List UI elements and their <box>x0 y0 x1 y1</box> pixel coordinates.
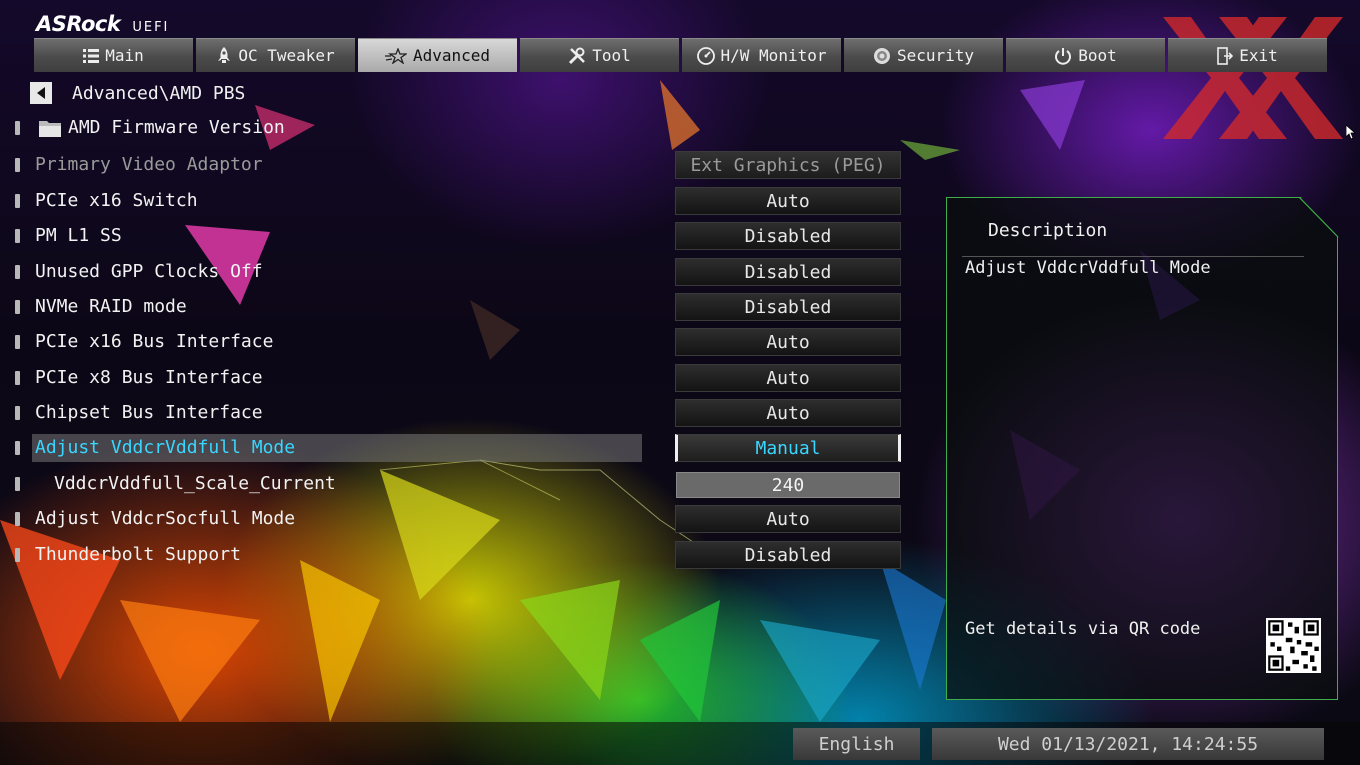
row-marker <box>15 512 20 526</box>
rocket-icon <box>218 46 231 63</box>
back-button[interactable] <box>30 82 52 104</box>
setting-label: AMD Firmware Version <box>68 117 285 138</box>
row-marker <box>15 371 20 385</box>
setting-row-adjust-vddcrsocfull-mode[interactable]: Adjust VddcrSocfull Mode <box>0 505 650 533</box>
setting-row-amd-firmware-version[interactable]: AMD Firmware Version <box>0 114 650 142</box>
tab-label: Tool <box>592 46 631 65</box>
row-marker <box>15 406 20 420</box>
setting-row-nvme-raid-mode[interactable]: NVMe RAID mode <box>0 293 650 321</box>
qr-code-icon[interactable] <box>1266 618 1321 673</box>
tab-oc-tweaker[interactable]: OC Tweaker <box>196 38 355 72</box>
monitor-icon <box>696 46 715 65</box>
setting-row-pcie-x16-bus-interface[interactable]: PCIe x16 Bus Interface <box>0 328 650 356</box>
row-marker <box>15 477 20 491</box>
row-marker <box>15 265 20 279</box>
setting-label: PM L1 SS <box>35 225 122 246</box>
setting-label: VddcrVddfull_Scale_Current <box>54 473 336 494</box>
setting-label: PCIe x8 Bus Interface <box>35 367 263 388</box>
exit-icon <box>1217 46 1234 65</box>
setting-row-pcie-x16-switch[interactable]: PCIe x16 Switch <box>0 187 650 215</box>
qr-caption: Get details via QR code <box>965 619 1201 639</box>
setting-row-thunderbolt-support[interactable]: Thunderbolt Support <box>0 541 650 569</box>
shield-icon <box>873 47 890 64</box>
tab-security[interactable]: Security <box>844 38 1003 72</box>
mouse-cursor-icon <box>1346 125 1356 140</box>
nvme-raid-mode-value[interactable]: Disabled <box>675 293 901 321</box>
tab-label: Boot <box>1078 46 1117 65</box>
breadcrumb: Advanced\AMD PBS <box>30 82 245 104</box>
thunderbolt-support-value[interactable]: Disabled <box>675 541 901 569</box>
pcie-x8-bus-interface-value[interactable]: Auto <box>675 364 901 392</box>
power-icon <box>1055 47 1072 65</box>
pcie-x16-bus-interface-value[interactable]: Auto <box>675 328 901 356</box>
setting-label: PCIe x16 Bus Interface <box>35 331 274 352</box>
tools-icon <box>569 47 586 64</box>
brand-sub: UEFI <box>132 20 170 35</box>
tab-label: Advanced <box>412 46 491 65</box>
folder-icon <box>39 121 61 137</box>
setting-row-unused-gpp-clocks-off[interactable]: Unused GPP Clocks Off <box>0 258 650 286</box>
description-title: Description <box>988 220 1108 241</box>
setting-label: Primary Video Adaptor <box>35 154 263 175</box>
setting-row-primary-video-adaptor[interactable]: Primary Video Adaptor <box>0 151 650 179</box>
description-text: Adjust VddcrVddfull Mode <box>965 258 1211 278</box>
star-icon <box>384 47 407 64</box>
description-divider <box>962 256 1304 257</box>
chipset-bus-interface-value[interactable]: Auto <box>675 399 901 427</box>
setting-row-adjust-vddcrvddfull-mode[interactable]: Adjust VddcrVddfull Mode <box>0 434 650 462</box>
main-tabs: Main OC Tweaker Advanced Tool H/W Monito… <box>34 38 1330 72</box>
brand-name: ASRock <box>36 12 121 36</box>
tab-advanced[interactable]: Advanced <box>358 38 517 72</box>
panel-corner-accent <box>1299 197 1339 238</box>
row-marker <box>15 335 20 349</box>
tab-tool[interactable]: Tool <box>520 38 679 72</box>
row-marker <box>15 548 20 562</box>
setting-row-pm-l1-ss[interactable]: PM L1 SS <box>0 222 650 250</box>
setting-label: NVMe RAID mode <box>35 296 187 317</box>
row-marker <box>15 300 20 314</box>
row-marker <box>15 229 20 243</box>
pm-l1-ss-value[interactable]: Disabled <box>675 222 901 250</box>
tab-label: Main <box>105 46 144 65</box>
primary-video-adaptor-value[interactable]: Ext Graphics (PEG) <box>675 151 901 179</box>
asrock-uefi-logo: ASRock UEFI <box>36 12 169 36</box>
tab-exit[interactable]: Exit <box>1168 38 1327 72</box>
setting-label: Chipset Bus Interface <box>35 402 263 423</box>
list-icon <box>83 48 100 63</box>
setting-label: Adjust VddcrSocfull Mode <box>35 508 296 529</box>
breadcrumb-path: Advanced\AMD PBS <box>72 82 246 104</box>
tab-label: H/W Monitor <box>720 46 827 65</box>
language-button[interactable]: English <box>793 728 920 760</box>
vddcrvddfull-scale-current-input[interactable]: 240 <box>676 472 900 498</box>
setting-label: Thunderbolt Support <box>35 544 241 565</box>
watermark-xx-logo <box>1163 17 1343 139</box>
datetime-display: Wed 01/13/2021, 14:24:55 <box>932 728 1324 760</box>
setting-row-chipset-bus-interface[interactable]: Chipset Bus Interface <box>0 399 650 427</box>
unused-gpp-clocks-off-value[interactable]: Disabled <box>675 258 901 286</box>
setting-label: Unused GPP Clocks Off <box>35 261 263 282</box>
row-marker <box>15 121 20 135</box>
tab-label: Security <box>896 46 975 65</box>
setting-row-pcie-x8-bus-interface[interactable]: PCIe x8 Bus Interface <box>0 364 650 392</box>
setting-label: PCIe x16 Switch <box>35 190 198 211</box>
row-marker <box>15 194 20 208</box>
pcie-x16-switch-value[interactable]: Auto <box>675 187 901 215</box>
adjust-vddcrvddfull-mode-value[interactable]: Manual <box>675 434 901 462</box>
adjust-vddcrsocfull-mode-value[interactable]: Auto <box>675 505 901 533</box>
row-marker <box>15 441 20 455</box>
tab-hw-monitor[interactable]: H/W Monitor <box>682 38 841 72</box>
arrow-left-icon <box>37 87 45 99</box>
tab-boot[interactable]: Boot <box>1006 38 1165 72</box>
tab-main[interactable]: Main <box>34 38 193 72</box>
setting-row-vddcrvddfull-scale-current[interactable]: VddcrVddfull_Scale_Current <box>0 470 650 498</box>
tab-label: OC Tweaker <box>238 46 335 65</box>
tab-label: Exit <box>1239 46 1278 65</box>
row-marker <box>15 158 20 172</box>
setting-label: Adjust VddcrVddfull Mode <box>35 437 296 458</box>
